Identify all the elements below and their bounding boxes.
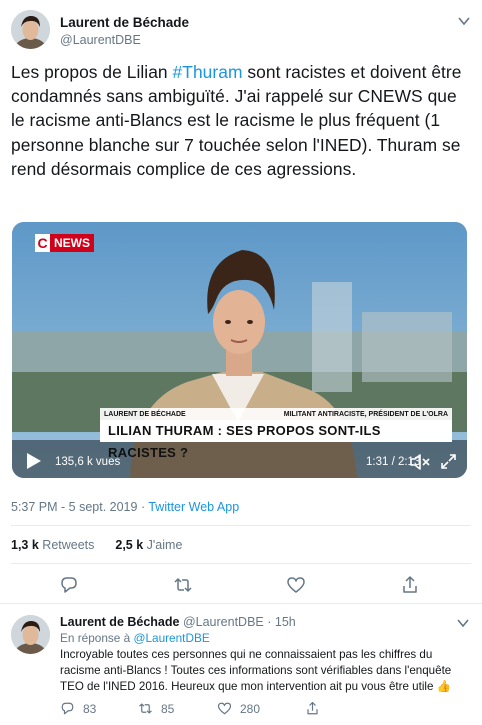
fullscreen-icon[interactable]	[440, 453, 457, 470]
reply-to-handle[interactable]: @LaurentDBE	[133, 631, 209, 645]
video-player[interactable]: C NEWS LAURENT DE BÉCHADE MILITANT ANTIR…	[12, 222, 467, 478]
chevron-down-icon[interactable]	[456, 616, 470, 630]
view-count: 135,6 k vues	[55, 456, 121, 468]
retweet-icon[interactable]	[173, 575, 193, 595]
tweet-header: Laurent de Béchade @LaurentDBE	[11, 10, 471, 50]
tweet-stats: 1,3 k Retweets 2,5 k J'aime	[11, 538, 182, 552]
avatar[interactable]	[11, 10, 50, 49]
play-icon[interactable]	[26, 452, 42, 470]
reply-replies-count: 83	[83, 701, 97, 716]
likes-count[interactable]: 2,5 k	[115, 538, 143, 552]
reply-dot: ·	[267, 615, 272, 629]
reply-reply-button[interactable]: 83	[60, 701, 96, 716]
retweets-label[interactable]: Retweets	[42, 538, 94, 552]
reply-tweet[interactable]: Laurent de Béchade @LaurentDBE · 15h En …	[0, 604, 482, 725]
divider	[11, 563, 471, 564]
reply-actions: 83 85 280	[60, 701, 390, 717]
reply-text: Incroyable toutes ces personnes qui ne c…	[60, 648, 452, 693]
share-icon[interactable]	[400, 575, 420, 595]
reply-like-button[interactable]: 280	[217, 701, 260, 716]
reply-retweet-button[interactable]: 85	[138, 701, 174, 716]
video-controls: 135,6 k vues 1:31 / 2:13	[12, 448, 467, 478]
chevron-down-icon[interactable]	[457, 14, 471, 28]
reply-to-prefix: En réponse à	[60, 631, 134, 645]
lower-third-role: MILITANT ANTIRACISTE, PRÉSIDENT DE L'OLR…	[283, 410, 448, 418]
reply-author-handle[interactable]: @LaurentDBE	[183, 615, 264, 629]
cnews-logo-news: NEWS	[50, 234, 94, 252]
tweet-text-start: Les propos de Lilian	[11, 62, 173, 82]
tweet-text: Les propos de Lilian #Thuram sont racist…	[11, 60, 471, 181]
tweet-actions	[0, 575, 482, 597]
reply-share-button[interactable]	[305, 701, 320, 716]
reply-header: Laurent de Béchade @LaurentDBE · 15h	[60, 615, 296, 629]
retweets-count[interactable]: 1,3 k	[11, 538, 39, 552]
lower-third-name: LAURENT DE BÉCHADE	[104, 410, 186, 418]
like-icon	[217, 702, 232, 715]
reply-likes-count: 280	[240, 701, 261, 716]
cnews-logo-c: C	[35, 234, 50, 252]
tweet-timestamp: 5:37 PM - 5 sept. 2019 · Twitter Web App	[11, 500, 239, 514]
lower-third-headline: LILIAN THURAM : SES PROPOS SONT-ILS RACI…	[100, 420, 452, 460]
retweet-icon	[139, 703, 152, 714]
volume-icon[interactable]	[409, 453, 431, 471]
tweet-source[interactable]: Twitter Web App	[148, 500, 239, 514]
divider	[11, 525, 471, 526]
reply-author-name[interactable]: Laurent de Béchade	[60, 615, 179, 629]
avatar[interactable]	[11, 615, 50, 654]
lower-third-top: LAURENT DE BÉCHADE MILITANT ANTIRACISTE,…	[100, 408, 452, 420]
cnews-logo: C NEWS	[35, 234, 94, 252]
likes-label[interactable]: J'aime	[147, 538, 183, 552]
tweet-date[interactable]: 5:37 PM - 5 sept. 2019	[11, 500, 137, 514]
lower-third: LAURENT DE BÉCHADE MILITANT ANTIRACISTE,…	[100, 408, 452, 460]
reply-icon[interactable]	[59, 575, 79, 595]
author-handle[interactable]: @LaurentDBE	[60, 33, 141, 47]
reply-retweets-count: 85	[161, 701, 175, 716]
author-name[interactable]: Laurent de Béchade	[60, 15, 189, 30]
reply-icon	[61, 702, 74, 715]
reply-age[interactable]: 15h	[275, 615, 296, 629]
like-icon[interactable]	[286, 575, 306, 595]
timestamp-separator: ·	[137, 500, 149, 514]
reply-to-line: En réponse à @LaurentDBE	[60, 631, 210, 645]
share-icon	[307, 701, 318, 715]
hashtag-link[interactable]: #Thuram	[173, 62, 243, 82]
